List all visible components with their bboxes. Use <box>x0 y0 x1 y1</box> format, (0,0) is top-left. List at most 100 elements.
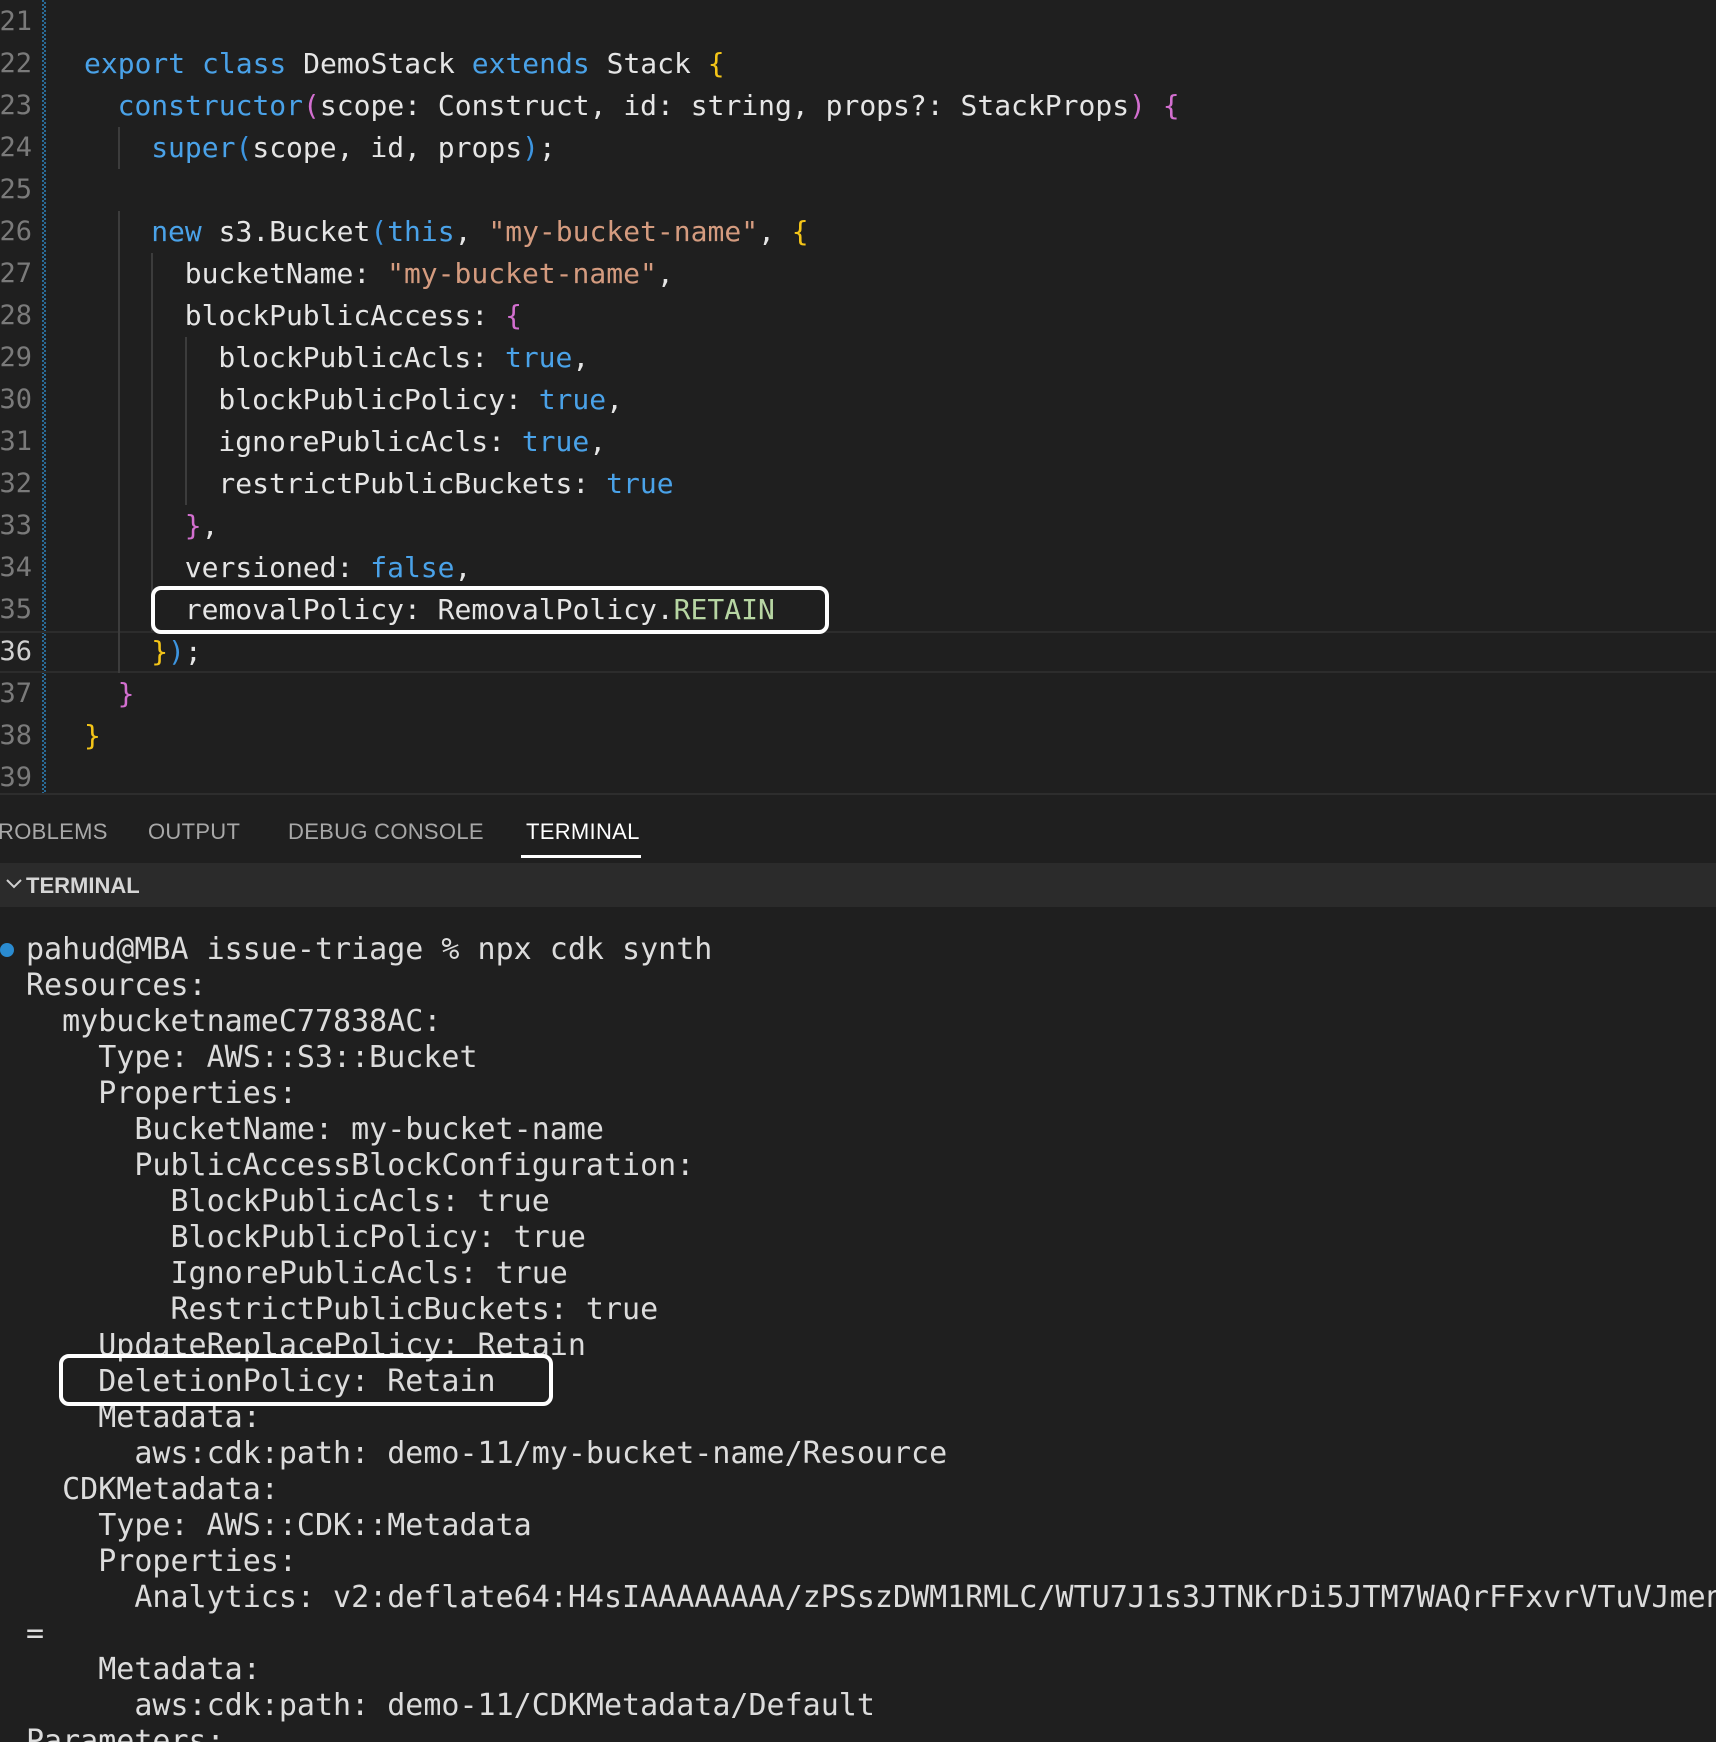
line-number: 25 <box>0 174 32 205</box>
line-number: 39 <box>0 762 32 793</box>
line-number: 37 <box>0 678 32 709</box>
code-token: scope, id, props <box>252 131 523 164</box>
code-token: ( <box>235 131 253 164</box>
terminal-line: aws:cdk:path: demo-11/CDKMetadata/Defaul… <box>26 1688 875 1723</box>
code-line[interactable]: 25 <box>0 169 1716 211</box>
terminal-line: BlockPublicPolicy: true <box>26 1220 586 1255</box>
indent-guide <box>117 421 120 463</box>
code-text: restrictPublicBuckets: true <box>218 463 673 505</box>
code-token: blockPublicPolicy: <box>218 383 539 416</box>
code-token: Stack <box>606 47 708 80</box>
indent-guide <box>117 379 120 421</box>
code-token: this <box>387 215 455 248</box>
line-number: 34 <box>0 552 32 583</box>
terminal-section-header[interactable]: TERMINAL <box>0 863 1716 907</box>
indent-guide <box>184 421 187 463</box>
code-text: blockPublicPolicy: true, <box>218 379 623 421</box>
terminal-line: Type: AWS::CDK::Metadata <box>26 1508 532 1543</box>
terminal-prompt-line: pahud@MBA issue-triage % npx cdk synth <box>26 932 713 967</box>
code-line[interactable]: 30 blockPublicPolicy: true, <box>0 379 1716 421</box>
code-token: } <box>151 635 169 668</box>
code-token: false <box>370 551 455 584</box>
code-line[interactable]: 36}); <box>0 631 1716 673</box>
line-number: 31 <box>0 426 32 457</box>
code-token: constructor <box>117 89 304 122</box>
indent-guide <box>151 337 154 379</box>
tab-debug-console[interactable]: DEBUG CONSOLE <box>288 819 484 845</box>
code-token: } <box>184 509 202 542</box>
code-line[interactable]: 23 constructor(scope: Construct, id: stri… <box>0 85 1716 127</box>
code-token: ) <box>168 635 185 668</box>
code-token: , <box>656 257 674 290</box>
terminal-line: Analytics: v2:deflate64:H4sIAAAAAAAA/zPS… <box>26 1580 1716 1615</box>
code-token: ; <box>184 635 202 668</box>
tab-output[interactable]: OUTPUT <box>148 819 240 845</box>
code-line[interactable]: 27 bucketName: "my-bucket-name", <box>0 253 1716 295</box>
code-token: { <box>1162 89 1180 122</box>
tab-terminal[interactable]: TERMINAL <box>526 819 640 845</box>
code-token: } <box>117 677 135 710</box>
line-number: 22 <box>0 48 32 79</box>
terminal-line: Parameters: <box>26 1724 225 1742</box>
code-line[interactable]: 26 new s3.Bucket(this, "my-bucket-name", … <box>0 211 1716 253</box>
code-token: new <box>151 215 219 248</box>
code-line[interactable]: 21 <box>0 1 1716 43</box>
tab-problems[interactable]: ROBLEMS <box>0 819 108 845</box>
code-token: { <box>505 299 522 332</box>
code-line[interactable]: 28 blockPublicAccess: { <box>0 295 1716 337</box>
terminal-line: BlockPublicAcls: true <box>26 1184 550 1219</box>
terminal-line: Type: AWS::S3::Bucket <box>26 1040 478 1075</box>
active-tab-underline <box>521 855 641 858</box>
terminal-line: = <box>26 1616 45 1651</box>
line-number: 29 <box>0 342 32 373</box>
code-token: , <box>454 215 489 248</box>
code-line[interactable]: 33}, <box>0 505 1716 547</box>
code-text: super(scope, id, props); <box>151 127 556 169</box>
code-editor[interactable]: 21 22 export class DemoStack extends Stack… <box>0 0 1716 793</box>
code-token: super <box>151 131 236 164</box>
code-line[interactable]: 39 <box>0 757 1716 793</box>
code-text: versioned: false, <box>185 547 472 589</box>
highlight-box-removal-policy <box>151 586 829 634</box>
code-line[interactable]: 34 versioned: false, <box>0 547 1716 589</box>
chevron-down-icon[interactable] <box>2 871 26 895</box>
code-line[interactable]: 37} <box>0 673 1716 715</box>
line-number: 26 <box>0 216 32 247</box>
command-status-dot-icon <box>0 943 14 957</box>
code-token: , <box>201 509 219 542</box>
indent-guide <box>117 463 120 505</box>
code-token: ( <box>303 89 320 122</box>
indent-guide <box>117 589 120 631</box>
code-token: { <box>707 47 725 80</box>
indent-guide <box>117 211 120 253</box>
terminal-output[interactable]: pahud@MBA issue-triage % npx cdk synth R… <box>0 907 1716 1742</box>
code-line[interactable]: 29 blockPublicAcls: true, <box>0 337 1716 379</box>
terminal-line: Properties: <box>26 1544 297 1579</box>
terminal-line: PublicAccessBlockConfiguration: <box>26 1148 695 1183</box>
terminal-line: Properties: <box>26 1076 297 1111</box>
code-line[interactable]: 38} <box>0 715 1716 757</box>
code-text: ignorePublicAcls: true, <box>218 421 606 463</box>
code-token: versioned: <box>184 551 371 584</box>
indent-guide <box>184 379 187 421</box>
indent-guide <box>151 295 154 337</box>
code-line[interactable]: 31 ignorePublicAcls: true, <box>0 421 1716 463</box>
code-line[interactable]: 24 super(scope, id, props); <box>0 127 1716 169</box>
code-token: , <box>572 341 590 374</box>
code-token: true <box>504 341 573 374</box>
terminal-line: BucketName: my-bucket-name <box>26 1112 604 1147</box>
indent-guide <box>117 547 120 589</box>
terminal-line: aws:cdk:path: demo-11/my-bucket-name/Res… <box>26 1436 948 1471</box>
code-text: } <box>118 673 135 715</box>
code-token: true <box>521 425 590 458</box>
indent-guide <box>151 253 154 295</box>
code-token: , <box>758 215 792 248</box>
indent-guide <box>184 337 187 379</box>
code-line[interactable]: 22 export class DemoStack extends Stack { <box>0 43 1716 85</box>
code-token: true <box>538 383 607 416</box>
terminal-line: Metadata: <box>26 1652 261 1687</box>
code-line[interactable]: 32 restrictPublicBuckets: true <box>0 463 1716 505</box>
code-token: extends <box>471 47 607 80</box>
line-number: 21 <box>0 6 32 37</box>
code-token: restrictPublicBuckets: <box>218 467 607 500</box>
